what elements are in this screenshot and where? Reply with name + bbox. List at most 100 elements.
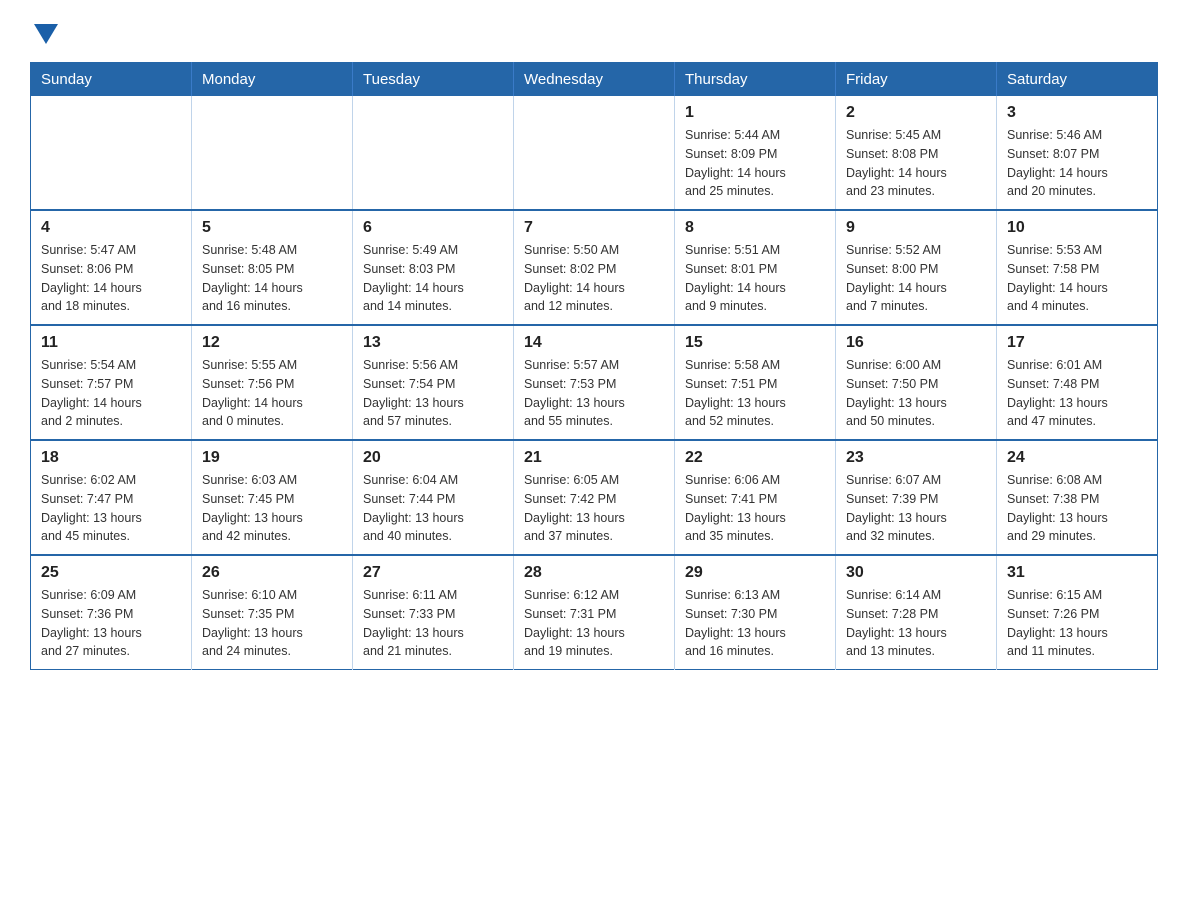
day-info: Sunrise: 6:00 AM Sunset: 7:50 PM Dayligh… [846,356,986,431]
day-number: 8 [685,219,825,237]
week-row-2: 4 Sunrise: 5:47 AM Sunset: 8:06 PM Daylig… [31,210,1158,325]
calendar-cell: 21 Sunrise: 6:05 AM Sunset: 7:42 PM Dayli… [514,440,675,555]
calendar-cell: 6 Sunrise: 5:49 AM Sunset: 8:03 PM Daylig… [353,210,514,325]
day-info: Sunrise: 5:55 AM Sunset: 7:56 PM Dayligh… [202,356,342,431]
day-number: 30 [846,564,986,582]
calendar-cell: 22 Sunrise: 6:06 AM Sunset: 7:41 PM Dayli… [675,440,836,555]
day-number: 23 [846,449,986,467]
week-row-1: 1 Sunrise: 5:44 AM Sunset: 8:09 PM Daylig… [31,96,1158,210]
day-info: Sunrise: 5:45 AM Sunset: 8:08 PM Dayligh… [846,126,986,201]
day-info: Sunrise: 5:53 AM Sunset: 7:58 PM Dayligh… [1007,241,1147,316]
day-info: Sunrise: 6:03 AM Sunset: 7:45 PM Dayligh… [202,471,342,546]
calendar-cell [192,96,353,210]
calendar-cell: 20Sunrise: 6:04 AM Sunset: 7:44 PM Dayli… [353,440,514,555]
day-number: 12 [202,334,342,352]
weekday-header-sunday: Sunday [31,63,192,97]
week-row-5: 25 Sunrise: 6:09 AM Sunset: 7:36 PM Dayli… [31,555,1158,670]
calendar-cell: 30Sunrise: 6:14 AM Sunset: 7:28 PM Dayli… [836,555,997,670]
day-info: Sunrise: 5:58 AM Sunset: 7:51 PM Dayligh… [685,356,825,431]
weekday-header-friday: Friday [836,63,997,97]
day-info: Sunrise: 5:46 AM Sunset: 8:07 PM Dayligh… [1007,126,1147,201]
day-number: 1 [685,104,825,122]
day-info: Sunrise: 5:51 AM Sunset: 8:01 PM Dayligh… [685,241,825,316]
calendar-cell: 31 Sunrise: 6:15 AM Sunset: 7:26 PM Dayli… [997,555,1158,670]
day-info: Sunrise: 6:10 AM Sunset: 7:35 PM Dayligh… [202,586,342,661]
day-info: Sunrise: 6:08 AM Sunset: 7:38 PM Dayligh… [1007,471,1147,546]
day-number: 29 [685,564,825,582]
day-number: 26 [202,564,342,582]
day-number: 21 [524,449,664,467]
calendar-cell: 24 Sunrise: 6:08 AM Sunset: 7:38 PM Dayli… [997,440,1158,555]
calendar-cell: 9 Sunrise: 5:52 AM Sunset: 8:00 PM Daylig… [836,210,997,325]
day-info: Sunrise: 6:01 AM Sunset: 7:48 PM Dayligh… [1007,356,1147,431]
calendar-cell: 10Sunrise: 5:53 AM Sunset: 7:58 PM Dayli… [997,210,1158,325]
calendar-cell: 15 Sunrise: 5:58 AM Sunset: 7:51 PM Dayli… [675,325,836,440]
day-info: Sunrise: 6:04 AM Sunset: 7:44 PM Dayligh… [363,471,503,546]
calendar-table: SundayMondayTuesdayWednesdayThursdayFrid… [30,62,1158,670]
day-info: Sunrise: 5:56 AM Sunset: 7:54 PM Dayligh… [363,356,503,431]
weekday-header-tuesday: Tuesday [353,63,514,97]
day-number: 2 [846,104,986,122]
day-number: 22 [685,449,825,467]
calendar-cell: 1 Sunrise: 5:44 AM Sunset: 8:09 PM Daylig… [675,96,836,210]
day-number: 5 [202,219,342,237]
calendar-cell: 18Sunrise: 6:02 AM Sunset: 7:47 PM Dayli… [31,440,192,555]
day-info: Sunrise: 6:12 AM Sunset: 7:31 PM Dayligh… [524,586,664,661]
calendar-cell [514,96,675,210]
week-row-4: 18Sunrise: 6:02 AM Sunset: 7:47 PM Dayli… [31,440,1158,555]
day-number: 31 [1007,564,1147,582]
day-info: Sunrise: 6:15 AM Sunset: 7:26 PM Dayligh… [1007,586,1147,661]
day-info: Sunrise: 6:06 AM Sunset: 7:41 PM Dayligh… [685,471,825,546]
day-number: 18 [41,449,181,467]
calendar-cell: 8 Sunrise: 5:51 AM Sunset: 8:01 PM Daylig… [675,210,836,325]
calendar-cell: 7 Sunrise: 5:50 AM Sunset: 8:02 PM Daylig… [514,210,675,325]
calendar-cell: 14Sunrise: 5:57 AM Sunset: 7:53 PM Dayli… [514,325,675,440]
weekday-header-monday: Monday [192,63,353,97]
logo [30,20,58,44]
day-number: 7 [524,219,664,237]
day-number: 17 [1007,334,1147,352]
day-info: Sunrise: 5:48 AM Sunset: 8:05 PM Dayligh… [202,241,342,316]
calendar-cell: 28 Sunrise: 6:12 AM Sunset: 7:31 PM Dayli… [514,555,675,670]
day-number: 15 [685,334,825,352]
calendar-cell: 27 Sunrise: 6:11 AM Sunset: 7:33 PM Dayli… [353,555,514,670]
day-info: Sunrise: 6:05 AM Sunset: 7:42 PM Dayligh… [524,471,664,546]
header [30,20,1158,44]
day-number: 9 [846,219,986,237]
day-info: Sunrise: 5:47 AM Sunset: 8:06 PM Dayligh… [41,241,181,316]
calendar-cell: 23 Sunrise: 6:07 AM Sunset: 7:39 PM Dayli… [836,440,997,555]
weekday-header-wednesday: Wednesday [514,63,675,97]
day-info: Sunrise: 5:54 AM Sunset: 7:57 PM Dayligh… [41,356,181,431]
day-number: 6 [363,219,503,237]
day-number: 13 [363,334,503,352]
day-info: Sunrise: 5:44 AM Sunset: 8:09 PM Dayligh… [685,126,825,201]
day-number: 25 [41,564,181,582]
weekday-header-thursday: Thursday [675,63,836,97]
calendar-cell: 2 Sunrise: 5:45 AM Sunset: 8:08 PM Daylig… [836,96,997,210]
calendar-cell [353,96,514,210]
day-number: 24 [1007,449,1147,467]
day-info: Sunrise: 5:52 AM Sunset: 8:00 PM Dayligh… [846,241,986,316]
day-number: 28 [524,564,664,582]
calendar-cell [31,96,192,210]
calendar-cell: 16 Sunrise: 6:00 AM Sunset: 7:50 PM Dayli… [836,325,997,440]
logo-triangle-icon [34,24,58,44]
calendar-cell: 26 Sunrise: 6:10 AM Sunset: 7:35 PM Dayli… [192,555,353,670]
calendar-cell: 19 Sunrise: 6:03 AM Sunset: 7:45 PM Dayli… [192,440,353,555]
day-number: 4 [41,219,181,237]
day-info: Sunrise: 6:09 AM Sunset: 7:36 PM Dayligh… [41,586,181,661]
day-info: Sunrise: 6:11 AM Sunset: 7:33 PM Dayligh… [363,586,503,661]
calendar-cell: 11Sunrise: 5:54 AM Sunset: 7:57 PM Dayli… [31,325,192,440]
day-info: Sunrise: 6:07 AM Sunset: 7:39 PM Dayligh… [846,471,986,546]
day-number: 19 [202,449,342,467]
weekday-header-row: SundayMondayTuesdayWednesdayThursdayFrid… [31,63,1158,97]
day-number: 3 [1007,104,1147,122]
calendar-cell: 29Sunrise: 6:13 AM Sunset: 7:30 PM Dayli… [675,555,836,670]
day-info: Sunrise: 5:50 AM Sunset: 8:02 PM Dayligh… [524,241,664,316]
day-number: 16 [846,334,986,352]
calendar-cell: 13 Sunrise: 5:56 AM Sunset: 7:54 PM Dayli… [353,325,514,440]
calendar-cell: 25 Sunrise: 6:09 AM Sunset: 7:36 PM Dayli… [31,555,192,670]
day-info: Sunrise: 5:49 AM Sunset: 8:03 PM Dayligh… [363,241,503,316]
weekday-header-saturday: Saturday [997,63,1158,97]
day-number: 27 [363,564,503,582]
